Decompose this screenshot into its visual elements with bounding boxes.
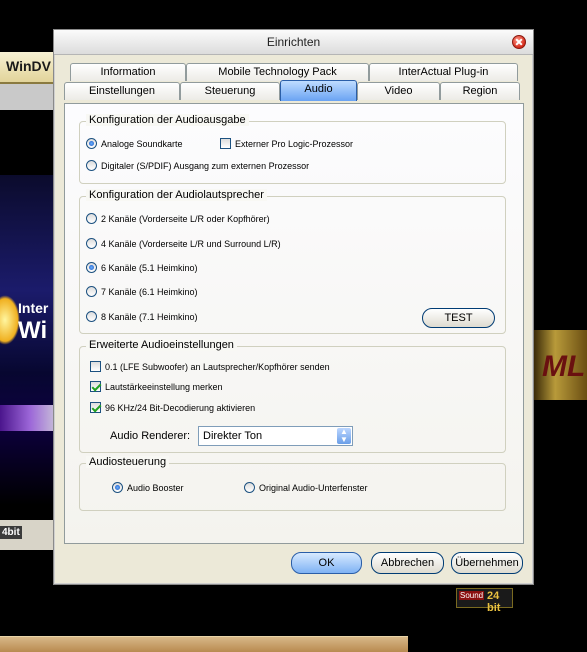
audio-control-group: Audiosteuerung Audio Booster Original Au…: [79, 456, 506, 511]
advanced-audio-legend: Erweiterte Audioeinstellungen: [86, 339, 237, 351]
lfe-subwoofer-option[interactable]: 0.1 (LFE Subwoofer) an Lautsprecher/Kopf…: [90, 361, 330, 372]
speaker-option-2ch[interactable]: 2 Kanäle (Vorderseite L/R oder Kopfhörer…: [86, 213, 270, 224]
tab-interactual-plugin[interactable]: InterActual Plug-in: [369, 63, 518, 81]
dialog-title-bar[interactable]: Einrichten: [54, 30, 533, 55]
tab-steuerung[interactable]: Steuerung: [180, 82, 280, 100]
audio-booster-label: Audio Booster: [127, 483, 184, 493]
audio-renderer-value: Direkter Ton: [203, 430, 263, 442]
remember-volume-label: Lautstärkeeinstellung merken: [105, 382, 223, 392]
tab-mobile-technology-pack[interactable]: Mobile Technology Pack: [186, 63, 369, 81]
background-app-title-bar: WinDV: [0, 52, 60, 84]
background-right-art-text: ML: [542, 350, 586, 383]
speaker-label-6ch: 6 Kanäle (5.1 Heimkino): [101, 263, 198, 273]
digital-spdif-label: Digitaler (S/PDIF) Ausgang zum externen …: [101, 161, 310, 171]
speaker-option-8ch[interactable]: 8 Kanäle (7.1 Heimkino): [86, 311, 198, 322]
lfe-subwoofer-checkbox[interactable]: [90, 361, 101, 372]
spinner-arrows-icon[interactable]: ▲ ▼: [337, 428, 351, 444]
analog-soundcard-label: Analoge Soundkarte: [101, 139, 183, 149]
decoding-96khz-label: 96 KHz/24 Bit-Decodierung aktivieren: [105, 403, 256, 413]
audio-booster-radio[interactable]: [112, 482, 123, 493]
tab-information[interactable]: Information: [70, 63, 186, 81]
speaker-option-4ch[interactable]: 4 Kanäle (Vorderseite L/R und Surround L…: [86, 238, 281, 249]
background-light-beam: [0, 405, 60, 431]
speaker-label-7ch: 7 Kanäle (6.1 Heimkino): [101, 287, 198, 297]
speaker-radio-8ch[interactable]: [86, 311, 97, 322]
audio-output-group: Konfiguration der Audioausgabe Analoge S…: [79, 114, 506, 184]
ok-button[interactable]: OK: [291, 552, 362, 574]
tab-audio[interactable]: Audio: [280, 80, 357, 101]
speaker-radio-7ch[interactable]: [86, 286, 97, 297]
speaker-option-7ch[interactable]: 7 Kanäle (6.1 Heimkino): [86, 286, 198, 297]
badge-24bit-text: 24 bit: [487, 590, 501, 614]
audio-control-legend: Audiosteuerung: [86, 456, 170, 468]
audio-output-legend: Konfiguration der Audioausgabe: [86, 114, 249, 126]
digital-spdif-option[interactable]: Digitaler (S/PDIF) Ausgang zum externen …: [86, 160, 309, 171]
analog-soundcard-radio[interactable]: [86, 138, 97, 149]
audio-renderer-select[interactable]: Direkter Ton ▲ ▼: [198, 426, 353, 446]
close-icon[interactable]: [512, 35, 526, 49]
background-art-text-top: Inter: [18, 300, 49, 316]
speaker-config-legend: Konfiguration der Audiolautsprecher: [86, 189, 267, 201]
background-bottom-left-panel: 4bit: [0, 520, 60, 550]
speaker-config-group: Konfiguration der Audiolautsprecher 2 Ka…: [79, 189, 506, 334]
speaker-label-2ch: 2 Kanäle (Vorderseite L/R oder Kopfhörer…: [101, 214, 270, 224]
external-prologic-option[interactable]: Externer Pro Logic-Prozessor: [220, 138, 353, 149]
lfe-subwoofer-label: 0.1 (LFE Subwoofer) an Lautsprecher/Kopf…: [105, 362, 330, 372]
badge-sound-text: Sound: [459, 591, 485, 600]
analog-soundcard-option[interactable]: Analoge Soundkarte: [86, 138, 183, 149]
test-button[interactable]: TEST: [422, 308, 495, 328]
background-art-text-bottom: Wi: [18, 317, 48, 344]
decoding-96khz-option[interactable]: 96 KHz/24 Bit-Decodierung aktivieren: [90, 402, 255, 413]
digital-spdif-radio[interactable]: [86, 160, 97, 171]
remember-volume-option[interactable]: Lautstärkeeinstellung merken: [90, 381, 223, 392]
settings-dialog: Einrichten Information Mobile Technology…: [53, 29, 534, 614]
tab-video[interactable]: Video: [357, 82, 440, 100]
tab-einstellungen[interactable]: Einstellungen: [64, 82, 180, 100]
audio-tab-panel: Konfiguration der Audioausgabe Analoge S…: [64, 103, 524, 614]
apply-button[interactable]: Übernehmen: [451, 552, 523, 574]
background-bottom-bar: [0, 636, 408, 652]
sound-24bit-badge: Sound 24 bit: [456, 588, 513, 614]
background-glow: [0, 295, 20, 345]
speaker-label-4ch: 4 Kanäle (Vorderseite L/R und Surround L…: [101, 239, 281, 249]
audio-renderer-label: Audio Renderer:: [110, 430, 191, 442]
cancel-button[interactable]: Abbrechen: [371, 552, 444, 574]
external-prologic-checkbox[interactable]: [220, 138, 231, 149]
remember-volume-checkbox[interactable]: [90, 381, 101, 392]
background-toolbar: [0, 84, 60, 110]
speaker-radio-2ch[interactable]: [86, 213, 97, 224]
tab-region[interactable]: Region: [440, 82, 520, 100]
background-bit-label: 4bit: [0, 526, 22, 539]
speaker-label-8ch: 8 Kanäle (7.1 Heimkino): [101, 312, 198, 322]
original-audio-window-radio[interactable]: [244, 482, 255, 493]
background-right-artwork: ML: [534, 330, 587, 400]
speaker-option-6ch[interactable]: 6 Kanäle (5.1 Heimkino): [86, 262, 198, 273]
advanced-audio-group: Erweiterte Audioeinstellungen 0.1 (LFE S…: [79, 339, 506, 453]
dialog-title: Einrichten: [266, 35, 321, 49]
speaker-radio-6ch[interactable]: [86, 262, 97, 273]
audio-booster-option[interactable]: Audio Booster: [112, 482, 184, 493]
original-audio-window-option[interactable]: Original Audio-Unterfenster: [244, 482, 368, 493]
background-artwork: Inter Wi: [0, 175, 60, 505]
original-audio-window-label: Original Audio-Unterfenster: [259, 483, 368, 493]
speaker-radio-4ch[interactable]: [86, 238, 97, 249]
external-prologic-label: Externer Pro Logic-Prozessor: [235, 139, 354, 149]
background-app-name: WinDV: [6, 58, 51, 74]
decoding-96khz-checkbox[interactable]: [90, 402, 101, 413]
